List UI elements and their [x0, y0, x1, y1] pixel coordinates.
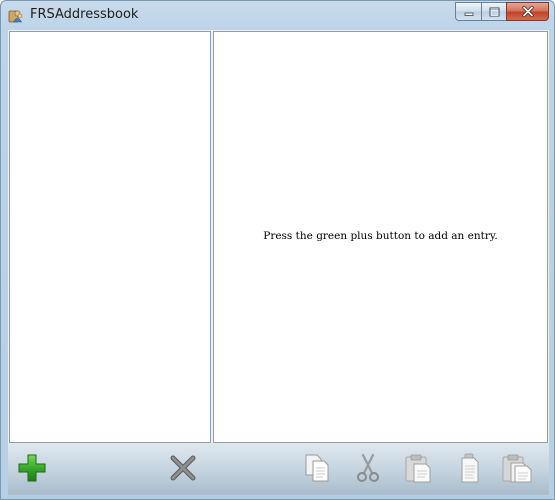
window-title: FRSAddressbook: [30, 7, 139, 22]
scissors-icon: [357, 453, 379, 482]
paste-document-icon: [461, 453, 479, 483]
paste-all-button[interactable]: [501, 451, 533, 485]
minimize-icon: [464, 12, 473, 16]
copy-icon: [305, 454, 329, 482]
toolbar: [8, 443, 549, 495]
maximize-icon: [489, 7, 499, 16]
delete-entry-button[interactable]: [167, 451, 199, 485]
title-bar[interactable]: FRSAddressbook: [1, 1, 554, 31]
plus-icon: [18, 454, 46, 482]
entry-detail-pane[interactable]: Press the green plus button to add an en…: [213, 31, 548, 443]
entry-list[interactable]: [9, 31, 211, 443]
close-button[interactable]: [506, 2, 549, 21]
address-book-icon: [8, 10, 23, 23]
caption-buttons: [455, 2, 549, 22]
paste-button[interactable]: [402, 451, 434, 485]
add-entry-button[interactable]: [16, 451, 48, 485]
copy-button[interactable]: [301, 451, 333, 485]
x-icon: [170, 455, 196, 481]
paste-icon: [405, 454, 431, 483]
close-icon: [521, 6, 534, 17]
cut-button[interactable]: [352, 451, 384, 485]
paste-multiple-icon: [502, 454, 532, 483]
paste-special-button[interactable]: [454, 451, 486, 485]
empty-message: Press the green plus button to add an en…: [263, 230, 498, 242]
minimize-button[interactable]: [455, 2, 481, 21]
maximize-button[interactable]: [481, 2, 506, 21]
app-window: FRSAddressbook Press the green plus butt…: [0, 0, 555, 500]
client-area: Press the green plus button to add an en…: [8, 30, 549, 495]
